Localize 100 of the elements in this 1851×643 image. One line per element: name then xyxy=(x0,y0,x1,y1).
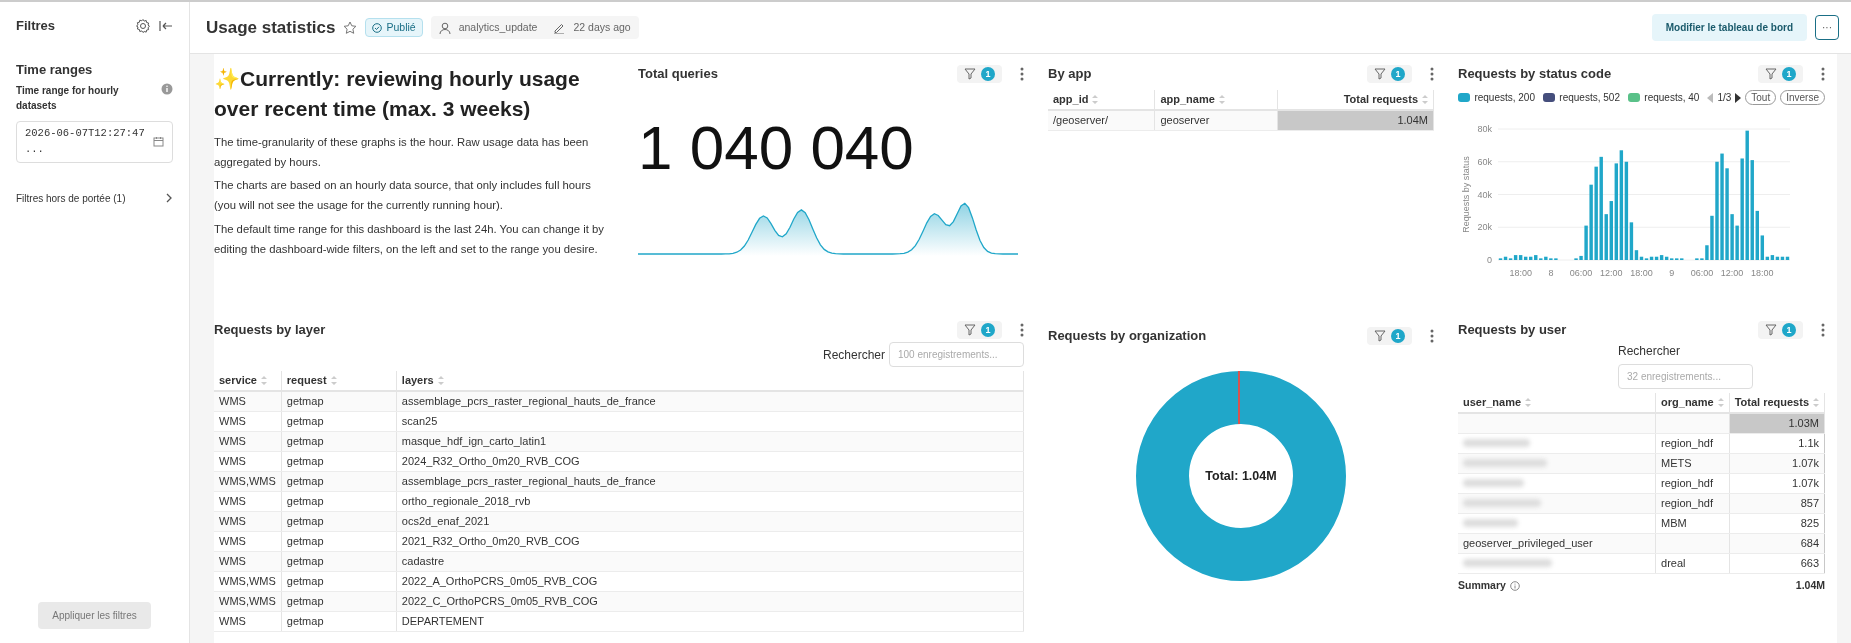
column-header: service xyxy=(219,374,257,387)
x-tick-label: 18:00 xyxy=(1751,268,1774,278)
column-header: app_id xyxy=(1053,93,1089,106)
table-cell: WMS xyxy=(214,551,282,572)
x-tick-label: 12:00 xyxy=(1600,268,1623,278)
table-cell: ortho_regionale_2018_rvb xyxy=(396,491,1024,512)
filter-button[interactable]: 1 xyxy=(1758,65,1803,83)
markdown-paragraph: The charts are based on an hourly data source, that only includes full hours (you will not see the usage for the currently running hour). xyxy=(214,178,592,214)
filter-count-badge: 1 xyxy=(1782,67,1796,81)
table-cell: assemblage_pcrs_raster_regional_hauts_de_france xyxy=(396,471,1024,492)
column-header: org_name xyxy=(1661,396,1714,409)
table-cell: getmap xyxy=(281,451,397,472)
table-cell: 2022_C_OrthoPCRS_0m05_RVB_COG xyxy=(396,591,1024,612)
search-field[interactable]: 32 enregistrements... xyxy=(1618,364,1753,389)
status-text: Publié xyxy=(386,19,416,35)
legend-toggle-button[interactable]: Tout xyxy=(1745,90,1777,105)
table-cell: WMS,WMS xyxy=(214,571,282,592)
filter-button[interactable]: 1 xyxy=(957,65,1002,83)
star-icon[interactable] xyxy=(343,20,358,35)
table-cell: scan25 xyxy=(396,411,1024,432)
kebab-icon xyxy=(1430,67,1434,81)
collapse-icon[interactable] xyxy=(159,18,173,33)
filter-button[interactable]: 1 xyxy=(957,321,1002,339)
pencil-icon xyxy=(553,21,566,34)
sort-icon xyxy=(1092,95,1099,104)
y-tick-label: 60k xyxy=(1477,156,1492,167)
filter-icon xyxy=(1374,330,1386,342)
summary-value: 1.04M xyxy=(1795,578,1825,593)
more-actions-button[interactable]: ··· xyxy=(1815,15,1839,40)
donut-center-label: Total: 1.04M xyxy=(1205,467,1277,485)
table-cell: 2021_R32_Ortho_0m20_RVB_COG xyxy=(396,531,1024,552)
panel-title: By app xyxy=(1048,65,1092,84)
table-cell: 1.03M xyxy=(1788,417,1819,429)
filter-button[interactable]: 1 xyxy=(1367,65,1412,83)
filter-icon xyxy=(1374,68,1386,80)
next-page-icon[interactable] xyxy=(1735,92,1742,103)
more-options-button[interactable] xyxy=(1821,323,1825,337)
more-options-button[interactable] xyxy=(1430,67,1434,81)
more-options-button[interactable] xyxy=(1430,329,1434,343)
filter-button[interactable]: 1 xyxy=(1367,327,1412,345)
column-header: Total requests xyxy=(1343,93,1418,106)
more-options-button[interactable] xyxy=(1821,67,1825,81)
legend-toggle-button[interactable]: Inverse xyxy=(1780,90,1825,105)
panel-title: Requests by status code xyxy=(1458,65,1612,84)
table-cell: WMS xyxy=(214,431,282,452)
check-circle-icon xyxy=(372,22,383,33)
column-header: user_name xyxy=(1463,396,1522,409)
table-cell: WMS,WMS xyxy=(214,471,282,492)
sort-icon xyxy=(1422,95,1428,104)
out-of-scope-filters-item[interactable]: Filtres hors de portée (1) xyxy=(16,190,173,206)
table-cell: geoserver_privileged_user xyxy=(1458,533,1656,554)
dashboard-title: Usage statistics xyxy=(206,16,336,39)
y-tick-label: 0 xyxy=(1487,255,1492,265)
edit-dashboard-button[interactable]: Modifier le tableau de bord xyxy=(1651,14,1807,41)
filter-button[interactable]: 1 xyxy=(1758,321,1803,339)
sort-icon xyxy=(1218,95,1225,104)
x-tick-label: 18:00 xyxy=(1509,268,1532,278)
sort-icon xyxy=(437,376,444,385)
x-tick-label: 12:00 xyxy=(1720,268,1744,278)
calendar-icon xyxy=(153,136,164,148)
section-title: Time ranges xyxy=(16,60,94,79)
table-cell: masque_hdf_ign_carto_latin1 xyxy=(396,431,1024,452)
markdown-heading: ✨Currently: reviewing hourly usage over recent time (max. 3 weeks) xyxy=(214,66,581,123)
filter-count-badge: 1 xyxy=(1391,67,1405,81)
column-header: request xyxy=(286,374,327,387)
sort-icon xyxy=(1717,398,1724,407)
table-cell: MBM xyxy=(1655,513,1730,534)
field-value: 2026-06-07T12:27:47 ... xyxy=(25,126,146,157)
table-cell: DEPARTEMENT xyxy=(396,611,1024,632)
table-cell: 663 xyxy=(1800,557,1819,569)
legend-label: requests, 200 xyxy=(1474,91,1535,105)
filter-label: Time range for hourly datasets xyxy=(16,84,120,113)
table-cell: 857 xyxy=(1800,497,1819,509)
column-header: app_name xyxy=(1160,93,1215,106)
filter-count-badge: 1 xyxy=(1782,323,1796,337)
table-cell: WMS xyxy=(214,451,282,472)
table-cell: WMS xyxy=(214,491,282,512)
table-cell: getmap xyxy=(281,531,397,552)
filter-count-badge: 1 xyxy=(981,323,995,337)
y-tick-label: 40k xyxy=(1477,189,1492,200)
panel-title: Requests by organization xyxy=(1048,327,1207,346)
table-cell: 684 xyxy=(1800,537,1819,549)
big-number: 1 040 040 xyxy=(638,114,915,183)
table-cell: WMS xyxy=(214,411,282,432)
table-cell: ocs2d_enaf_2021 xyxy=(396,511,1024,532)
panel-title: Requests by user xyxy=(1458,321,1567,340)
x-tick-label: 18:00 xyxy=(1630,268,1653,278)
date-range-field[interactable]: 2026-06-07T12:27:47 ... xyxy=(16,121,173,163)
table-cell: WMS xyxy=(214,391,282,412)
more-options-button[interactable] xyxy=(1020,67,1024,81)
page-indicator: 1/3 xyxy=(1717,91,1732,105)
legend-label: requests, 502 xyxy=(1559,91,1620,105)
search-field[interactable]: 100 enregistrements... xyxy=(889,342,1024,367)
x-tick-label: 8 xyxy=(1548,268,1554,278)
table-cell: /geoserver/ xyxy=(1048,110,1155,131)
markdown-paragraph: The time-granularity of these graphs is the hour. Raw usage data has been aggregated by hours. xyxy=(214,134,590,170)
kebab-icon xyxy=(1020,323,1024,337)
settings-icon[interactable] xyxy=(135,17,151,34)
filter-icon xyxy=(964,324,976,336)
more-options-button[interactable] xyxy=(1020,323,1024,337)
